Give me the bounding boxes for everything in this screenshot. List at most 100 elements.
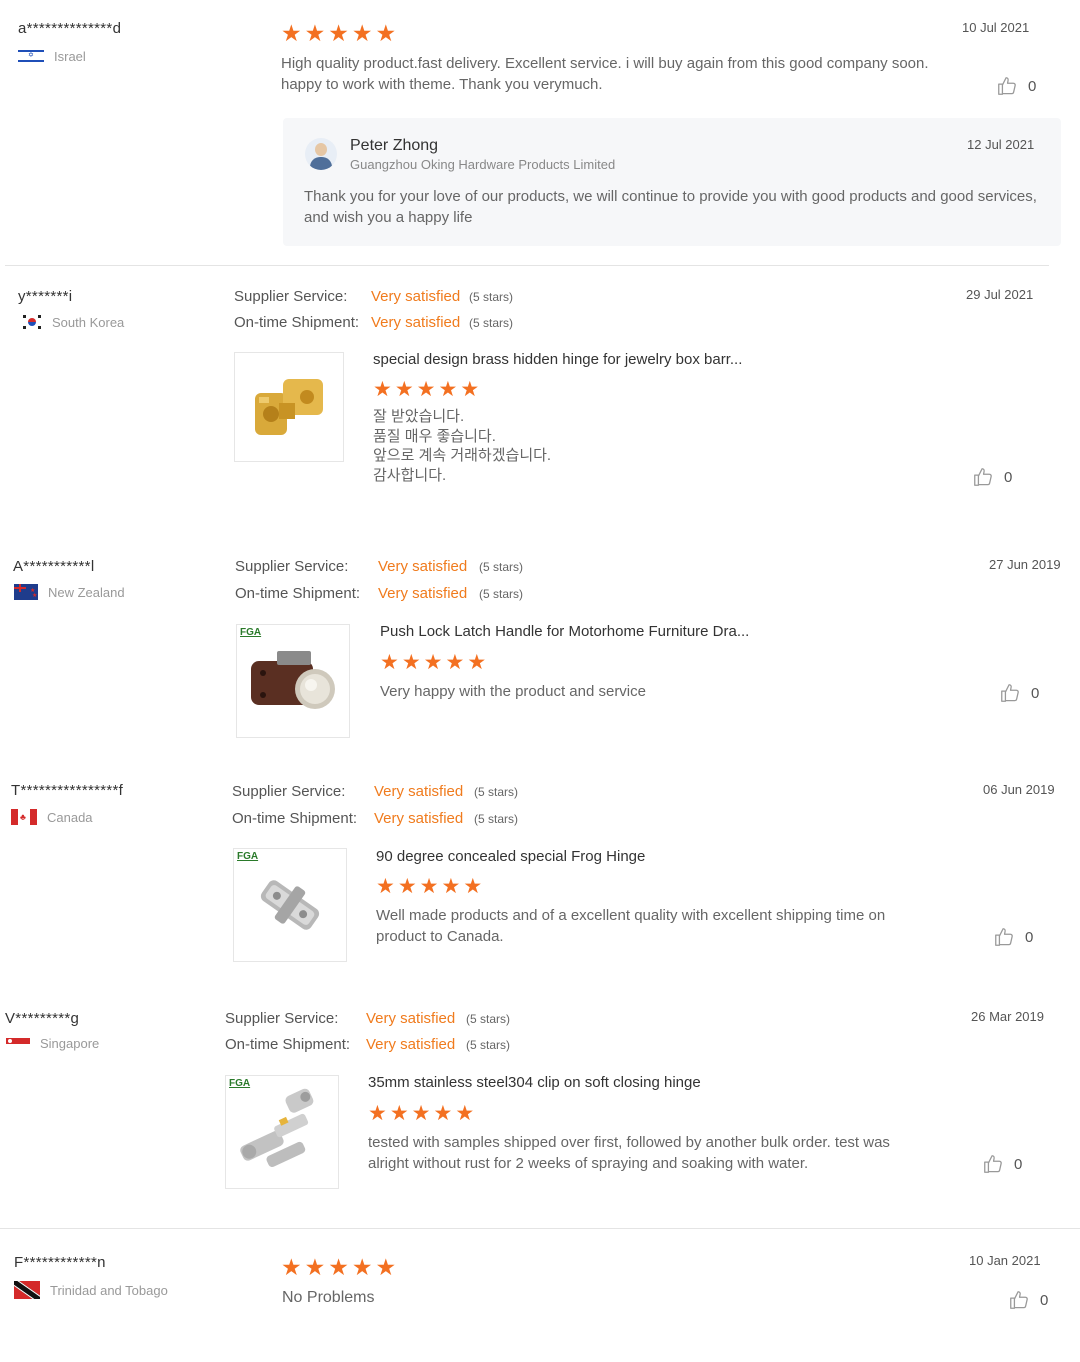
review-text: High quality product.fast delivery. Exce… bbox=[281, 55, 929, 93]
new-zealand-flag-icon: ★ ★ bbox=[14, 584, 38, 600]
review-date: 06 Jun 2019 bbox=[983, 782, 1055, 797]
reply-date: 12 Jul 2021 bbox=[967, 137, 1035, 152]
country-label: Trinidad and Tobago bbox=[50, 1282, 168, 1298]
reply-company: Guangzhou Oking Hardware Products Limite… bbox=[350, 157, 616, 172]
star-icon: ★ bbox=[304, 20, 326, 46]
like-button[interactable]: 0 bbox=[972, 466, 1012, 488]
like-button[interactable]: 0 bbox=[982, 1153, 1022, 1175]
like-count: 0 bbox=[1014, 1155, 1023, 1173]
supplier-service-stars: (5 stars) bbox=[469, 290, 514, 304]
supplier-service-label: Supplier Service: bbox=[232, 783, 346, 800]
reviewer-country: Singapore bbox=[6, 1036, 99, 1051]
frog-hinge-image bbox=[260, 880, 320, 930]
rating-stars: ★ ★ ★ ★ ★ bbox=[376, 876, 482, 897]
supplier-service-label: Supplier Service: bbox=[234, 288, 348, 305]
review-text: No Problems bbox=[282, 1289, 375, 1306]
israel-flag-icon: ✡ bbox=[18, 48, 44, 64]
rating-stars: ★ ★ ★ ★ ★ bbox=[380, 652, 486, 673]
thumbs-up-icon bbox=[996, 75, 1018, 97]
thumbs-up-icon bbox=[982, 1153, 1004, 1175]
brand-logo: FGA bbox=[229, 1078, 251, 1089]
rating-stars: ★ ★ ★ ★ ★ bbox=[368, 1103, 474, 1124]
product-title[interactable]: 90 degree concealed special Frog Hinge bbox=[376, 848, 645, 865]
shipment-value: Very satisfied bbox=[374, 810, 464, 827]
star-icon: ★ bbox=[411, 1102, 431, 1125]
like-button[interactable]: 0 bbox=[996, 75, 1036, 97]
star-icon: ★ bbox=[304, 1254, 326, 1280]
shipment-label: On-time Shipment: bbox=[234, 314, 360, 331]
reviewer-country: Trinidad and Tobago bbox=[14, 1281, 168, 1299]
thumbs-up-icon bbox=[999, 682, 1021, 704]
shipment-label: On-time Shipment: bbox=[235, 585, 361, 602]
star-icon: ★ bbox=[281, 20, 302, 46]
review-text-line: 앞으로 계속 거래하겠습니다. bbox=[373, 447, 552, 464]
like-count: 0 bbox=[1004, 468, 1013, 486]
star-icon: ★ bbox=[416, 378, 436, 401]
product-image[interactable]: FGA bbox=[236, 624, 350, 738]
review-date: 10 Jul 2021 bbox=[962, 20, 1030, 35]
reviewer-country: ✡ Israel bbox=[18, 48, 86, 64]
star-icon: ★ bbox=[460, 378, 480, 401]
supplier-service-value: Very satisfied bbox=[378, 558, 468, 575]
like-button[interactable]: 0 bbox=[993, 926, 1033, 948]
like-count: 0 bbox=[1028, 77, 1037, 95]
product-image[interactable]: FGA bbox=[225, 1075, 339, 1189]
reviewer-name: y*******i bbox=[18, 288, 73, 305]
reviewer-country: ★ ★ New Zealand bbox=[14, 584, 125, 600]
like-count: 0 bbox=[1025, 928, 1034, 946]
like-button[interactable]: 0 bbox=[1008, 1289, 1048, 1311]
review-text-line: 잘 받았습니다. bbox=[373, 408, 465, 425]
like-count: 0 bbox=[1031, 684, 1040, 702]
avatar bbox=[305, 138, 337, 170]
reviewer-name: A***********l bbox=[13, 558, 95, 575]
star-icon: ★ bbox=[328, 20, 349, 46]
thumbs-up-icon bbox=[972, 466, 994, 488]
country-label: Canada bbox=[47, 809, 93, 825]
push-lock-latch-image bbox=[251, 651, 335, 709]
product-title[interactable]: Push Lock Latch Handle for Motorhome Fur… bbox=[380, 623, 749, 640]
review-text: 잘 받았습니다. 품질 매우 좋습니다. 앞으로 계속 거래하겠습니다. 감사합… bbox=[373, 407, 551, 485]
review-text-line: 품질 매우 좋습니다. bbox=[373, 427, 496, 445]
supplier-service-value: Very satisfied bbox=[366, 1010, 456, 1027]
product-image[interactable] bbox=[234, 352, 344, 462]
product-title[interactable]: special design brass hidden hinge for je… bbox=[373, 351, 742, 368]
star-icon: ★ bbox=[351, 1254, 373, 1280]
review-date: 27 Jun 2019 bbox=[989, 557, 1061, 572]
star-icon: ★ bbox=[281, 1254, 302, 1280]
star-icon: ★ bbox=[445, 651, 465, 674]
brass-hinge-image bbox=[255, 379, 323, 435]
star-icon: ★ bbox=[438, 378, 458, 401]
soft-closing-hinge-image bbox=[240, 1088, 314, 1168]
supplier-service-label: Supplier Service: bbox=[235, 558, 349, 575]
star-icon: ★ bbox=[463, 875, 483, 898]
shipment-label: On-time Shipment: bbox=[232, 810, 358, 827]
shipment-stars: (5 stars) bbox=[469, 316, 514, 330]
review-text: tested with samples shipped over first, … bbox=[368, 1134, 890, 1172]
reviewer-country: ♣ Canada bbox=[11, 809, 93, 825]
review-date: 26 Mar 2019 bbox=[971, 1009, 1044, 1024]
star-icon: ★ bbox=[433, 1102, 453, 1125]
reviewer-name: a**************d bbox=[18, 20, 122, 37]
star-icon: ★ bbox=[423, 651, 443, 674]
star-icon: ★ bbox=[375, 1254, 397, 1280]
shipment-stars: (5 stars) bbox=[474, 812, 519, 826]
star-icon: ★ bbox=[397, 875, 417, 898]
reviewer-name: T****************f bbox=[11, 782, 124, 799]
star-icon: ★ bbox=[389, 1102, 409, 1125]
country-label: New Zealand bbox=[48, 584, 125, 600]
star-icon: ★ bbox=[328, 1254, 349, 1280]
supplier-service-label: Supplier Service: bbox=[225, 1010, 339, 1027]
product-image[interactable]: FGA bbox=[233, 848, 347, 962]
star-icon: ★ bbox=[441, 875, 461, 898]
rating-stars: ★ ★ ★ ★ ★ bbox=[281, 22, 396, 45]
star-icon: ★ bbox=[419, 875, 439, 898]
like-button[interactable]: 0 bbox=[999, 682, 1039, 704]
review-text: Well made products and of a excellent qu… bbox=[376, 907, 886, 945]
country-label: Singapore bbox=[40, 1036, 100, 1051]
product-title[interactable]: 35mm stainless steel304 clip on soft clo… bbox=[368, 1074, 701, 1091]
shipment-label: On-time Shipment: bbox=[225, 1036, 351, 1053]
singapore-flag-icon bbox=[6, 1037, 30, 1050]
reply-text: Thank you for your love of our products,… bbox=[304, 188, 1037, 226]
seller-reply: Peter Zhong Guangzhou Oking Hardware Pro… bbox=[283, 118, 1061, 246]
star-icon: ★ bbox=[394, 378, 414, 401]
